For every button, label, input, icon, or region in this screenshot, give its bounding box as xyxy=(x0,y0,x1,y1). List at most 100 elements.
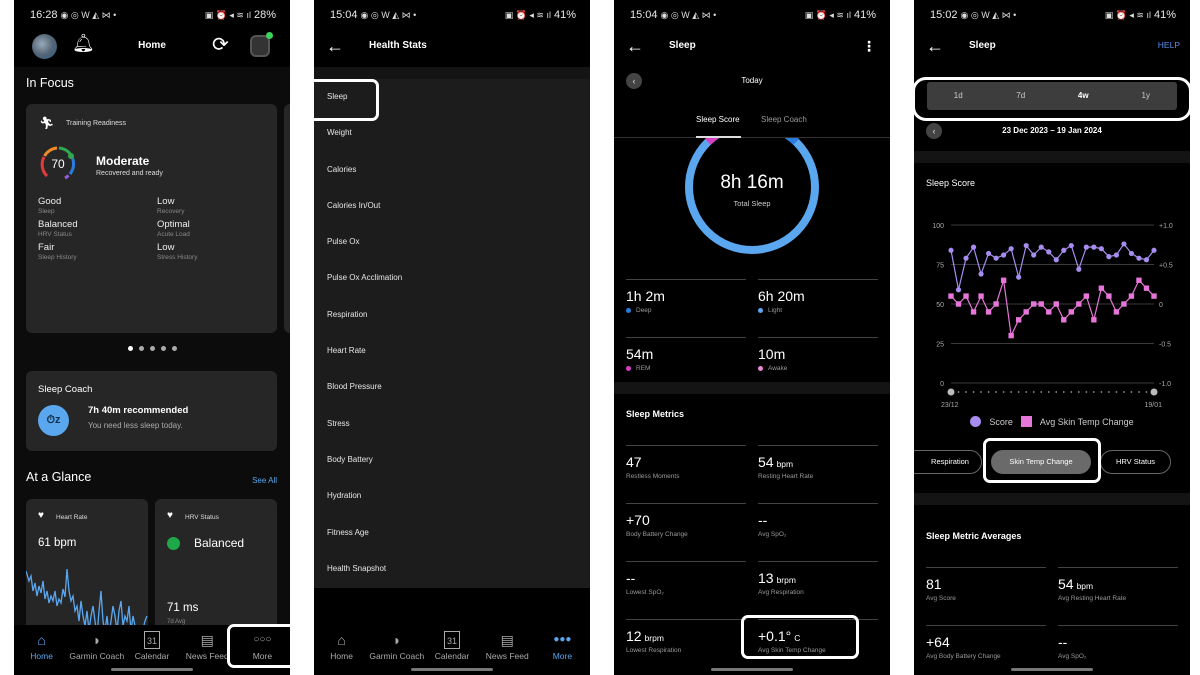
gesture-bar xyxy=(111,668,193,671)
health-stat-item[interactable]: Pulse Ox Acclimation xyxy=(314,260,590,296)
carousel-dot[interactable] xyxy=(171,346,177,351)
training-readiness-card[interactable]: 🏃︎ Training Readiness 70 Moderate Recove… xyxy=(26,104,277,333)
help-link[interactable]: HELP xyxy=(1158,40,1180,50)
skin-temp-point xyxy=(970,309,977,315)
nav-home[interactable]: ⌂ Home xyxy=(314,625,369,675)
score-point xyxy=(1128,250,1135,257)
score-point xyxy=(1001,252,1007,258)
metric-tile: 54 bpm Avg Resting Heart Rate xyxy=(1058,567,1178,602)
back-arrow-icon[interactable]: ← xyxy=(626,36,644,57)
score-point xyxy=(1046,249,1052,255)
sync-icon[interactable]: ⟳ xyxy=(212,32,229,57)
carousel-dot[interactable] xyxy=(127,346,133,351)
metric-tile: +64 Avg Body Battery Change xyxy=(926,625,1046,660)
x-tick-dot xyxy=(1107,391,1110,393)
page-title: Home xyxy=(138,40,166,51)
device-watch-icon[interactable] xyxy=(250,32,273,57)
health-stat-item[interactable]: Fitness Age xyxy=(314,515,590,551)
notification-icons: ◉ ◎ W ◭ ⋈ • xyxy=(660,9,717,20)
health-stat-item[interactable]: Respiration xyxy=(314,297,590,333)
status-time: 16:28 xyxy=(30,9,58,21)
skin-temp-point xyxy=(1136,277,1142,283)
metric-label: Avg SpO₂ xyxy=(1058,653,1087,660)
sleep-metrics-heading: Sleep Metrics xyxy=(626,409,685,419)
carousel-dot[interactable] xyxy=(149,346,155,351)
health-stat-item[interactable]: Stress xyxy=(314,406,590,442)
sleep-coach-card[interactable]: Sleep Coach ⏱z 7h 40m recommended You ne… xyxy=(26,371,277,451)
see-all-link[interactable]: See All xyxy=(252,476,277,485)
highlight-skin-temp xyxy=(741,615,859,659)
y-right-tick-label: +0.5 xyxy=(1159,263,1173,270)
health-stat-item[interactable]: Calories xyxy=(314,152,590,188)
x-tick-dot xyxy=(1070,391,1073,393)
awake-dot xyxy=(758,366,763,371)
factor-stress-history: Low Stress History xyxy=(157,242,198,261)
metric-unit: bpm xyxy=(776,459,794,469)
health-stat-item[interactable]: Hydration xyxy=(314,478,590,514)
overflow-menu-icon[interactable]: ⋮ xyxy=(862,38,876,55)
app-bar: ← Sleep HELP xyxy=(914,30,1190,66)
metric-tile: -- Avg SpO₂ xyxy=(1058,625,1178,660)
back-arrow-icon[interactable]: ← xyxy=(926,36,944,57)
x-tick-dot xyxy=(965,391,967,393)
heart-rate-card[interactable]: ♥ Heart Rate 61 bpm xyxy=(26,499,148,639)
nav-home[interactable]: ⌂ Home xyxy=(14,625,69,675)
metric-value: -- xyxy=(758,512,768,528)
health-stat-item[interactable]: Blood Pressure xyxy=(314,369,590,405)
skin-temp-point xyxy=(1151,293,1157,299)
health-stat-item[interactable]: Health Snapshot xyxy=(314,551,590,587)
chip-hrv-status[interactable]: HRV Status xyxy=(1100,450,1171,474)
skin-temp-point xyxy=(1038,301,1044,307)
gesture-bar xyxy=(411,668,493,671)
health-stat-item[interactable]: Heart Rate xyxy=(314,333,590,369)
hrv-status-card[interactable]: ♥ HRV Status Balanced 71 ms 7d Avg xyxy=(155,499,277,639)
score-point xyxy=(1016,274,1022,280)
health-stat-item[interactable]: Calories In/Out xyxy=(314,188,590,224)
gesture-bar xyxy=(1011,668,1093,671)
x-tick-dot xyxy=(957,391,960,393)
at-a-glance-heading: At a Glance xyxy=(26,470,92,484)
skin-temp-point xyxy=(985,309,992,315)
tab-sleep-coach[interactable]: Sleep Coach xyxy=(761,115,807,124)
system-icons: ▣ ⏰ ◂ ≋ ıl xyxy=(204,9,251,20)
more-icon: ●●● xyxy=(553,634,572,645)
health-stat-item[interactable]: Body Battery xyxy=(314,442,590,478)
carousel-dot[interactable] xyxy=(138,346,144,351)
ring-light xyxy=(685,138,819,254)
legend-score-marker xyxy=(970,416,982,427)
sleep-day-screen: 15:04 ◉ ◎ W ◭ ⋈ • ▣ ⏰ ◂ ≋ ıl 41% ← Sleep ⋮… xyxy=(614,0,890,675)
runner-icon: 🏃︎ xyxy=(39,116,55,130)
app-bar: ← Sleep ⋮ xyxy=(614,30,890,66)
metric-value: 54 xyxy=(1058,576,1074,592)
score-point xyxy=(985,250,992,257)
y-right-tick-label: 0 xyxy=(1159,302,1163,309)
next-card-peek[interactable] xyxy=(284,104,290,333)
x-tick-dot xyxy=(972,391,975,393)
whistle-icon: ◗ xyxy=(392,632,402,648)
skin-temp-point xyxy=(1083,293,1090,299)
app-bar: ← Health Stats xyxy=(314,30,590,66)
nav-more[interactable]: ●●● More xyxy=(535,625,590,675)
home-header: 🔔︎ Home ⟳ xyxy=(14,30,290,67)
skin-temp-point xyxy=(1143,285,1150,291)
back-arrow-icon[interactable]: ← xyxy=(326,36,344,57)
skin-temp-point xyxy=(993,301,999,307)
carousel-dot[interactable] xyxy=(160,346,166,351)
metric-value: 54 xyxy=(758,454,774,470)
skin-temp-point xyxy=(1053,301,1059,307)
highlight-range xyxy=(914,77,1190,121)
health-stats-list: Sleep Weight Calories Calories In/Out Pulse … xyxy=(314,67,590,588)
metric-tile: 47 Restless Moments xyxy=(626,445,746,480)
home-icon: ⌂ xyxy=(337,632,346,648)
score-point xyxy=(1151,247,1157,253)
x-tick-dot xyxy=(1085,391,1088,393)
metric-unit: brpm xyxy=(776,575,796,585)
health-stat-item[interactable]: Pulse Ox xyxy=(314,224,590,260)
metric-label: Resting Heart Rate xyxy=(758,473,814,480)
status-bar: 15:04 ◉ ◎ W ◭ ⋈ • ▣ ⏰ ◂ ≋ ıl 41% xyxy=(614,0,890,30)
carousel-dots[interactable] xyxy=(14,346,290,351)
chip-respiration[interactable]: Respiration xyxy=(914,450,982,474)
sleep-coach-message: You need less sleep today. xyxy=(88,421,183,430)
tab-sleep-score[interactable]: Sleep Score xyxy=(696,115,740,124)
skin-temp-point xyxy=(948,293,954,299)
